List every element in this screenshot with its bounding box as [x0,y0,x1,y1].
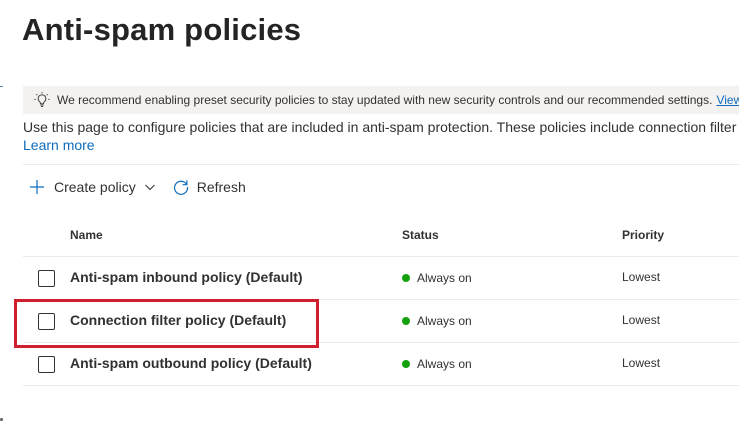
row-checkbox[interactable] [38,270,55,287]
learn-more-link[interactable]: Learn more [23,137,95,153]
row-checkbox[interactable] [38,313,55,330]
refresh-label: Refresh [196,179,246,195]
recommendation-banner: We recommend enabling preset security po… [23,86,739,114]
column-header-status[interactable]: Status [402,228,439,242]
page-title: Anti-spam policies [22,12,302,47]
column-header-name[interactable]: Name [70,228,103,242]
refresh-button[interactable]: Refresh [172,178,246,196]
row-checkbox[interactable] [38,356,55,373]
status-text: Always on [417,271,472,285]
refresh-icon [173,180,188,195]
priority-cell: Lowest [622,270,661,284]
create-policy-button[interactable]: Create policy [28,178,156,196]
create-policy-label: Create policy [54,179,136,195]
left-edge-link-fragment [0,86,3,101]
priority-cell: Lowest [622,356,661,370]
left-edge-marker [0,418,3,421]
table-row[interactable]: Connection filter policy (Default) Alway… [23,300,739,343]
banner-view-link[interactable]: View [716,93,739,107]
lightbulb-icon [34,92,50,107]
status-on-dot [402,360,410,368]
row-divider [23,385,739,386]
status-cell: Always on [402,271,472,285]
chevron-down-icon[interactable] [144,181,156,193]
column-header-priority[interactable]: Priority [622,228,664,242]
status-text: Always on [417,314,472,328]
policy-name-link[interactable]: Anti-spam outbound policy (Default) [70,355,312,371]
divider [23,164,739,165]
status-text: Always on [417,357,472,371]
policy-name-link[interactable]: Anti-spam inbound policy (Default) [70,269,303,285]
table-row[interactable]: Anti-spam outbound policy (Default) Alwa… [23,343,739,386]
status-on-dot [402,274,410,282]
status-on-dot [402,317,410,325]
page-description: Use this page to configure policies that… [23,119,737,135]
anti-spam-policies-page: Anti-spam policies We recommend enabling… [0,0,739,427]
banner-text: We recommend enabling preset security po… [57,93,713,107]
toolbar: Create policy Refresh [28,176,246,198]
table-row[interactable]: Anti-spam inbound policy (Default) Alway… [23,257,739,300]
plus-icon [30,180,44,194]
priority-cell: Lowest [622,313,661,327]
status-cell: Always on [402,314,472,328]
policy-name-link[interactable]: Connection filter policy (Default) [70,312,286,328]
status-cell: Always on [402,357,472,371]
